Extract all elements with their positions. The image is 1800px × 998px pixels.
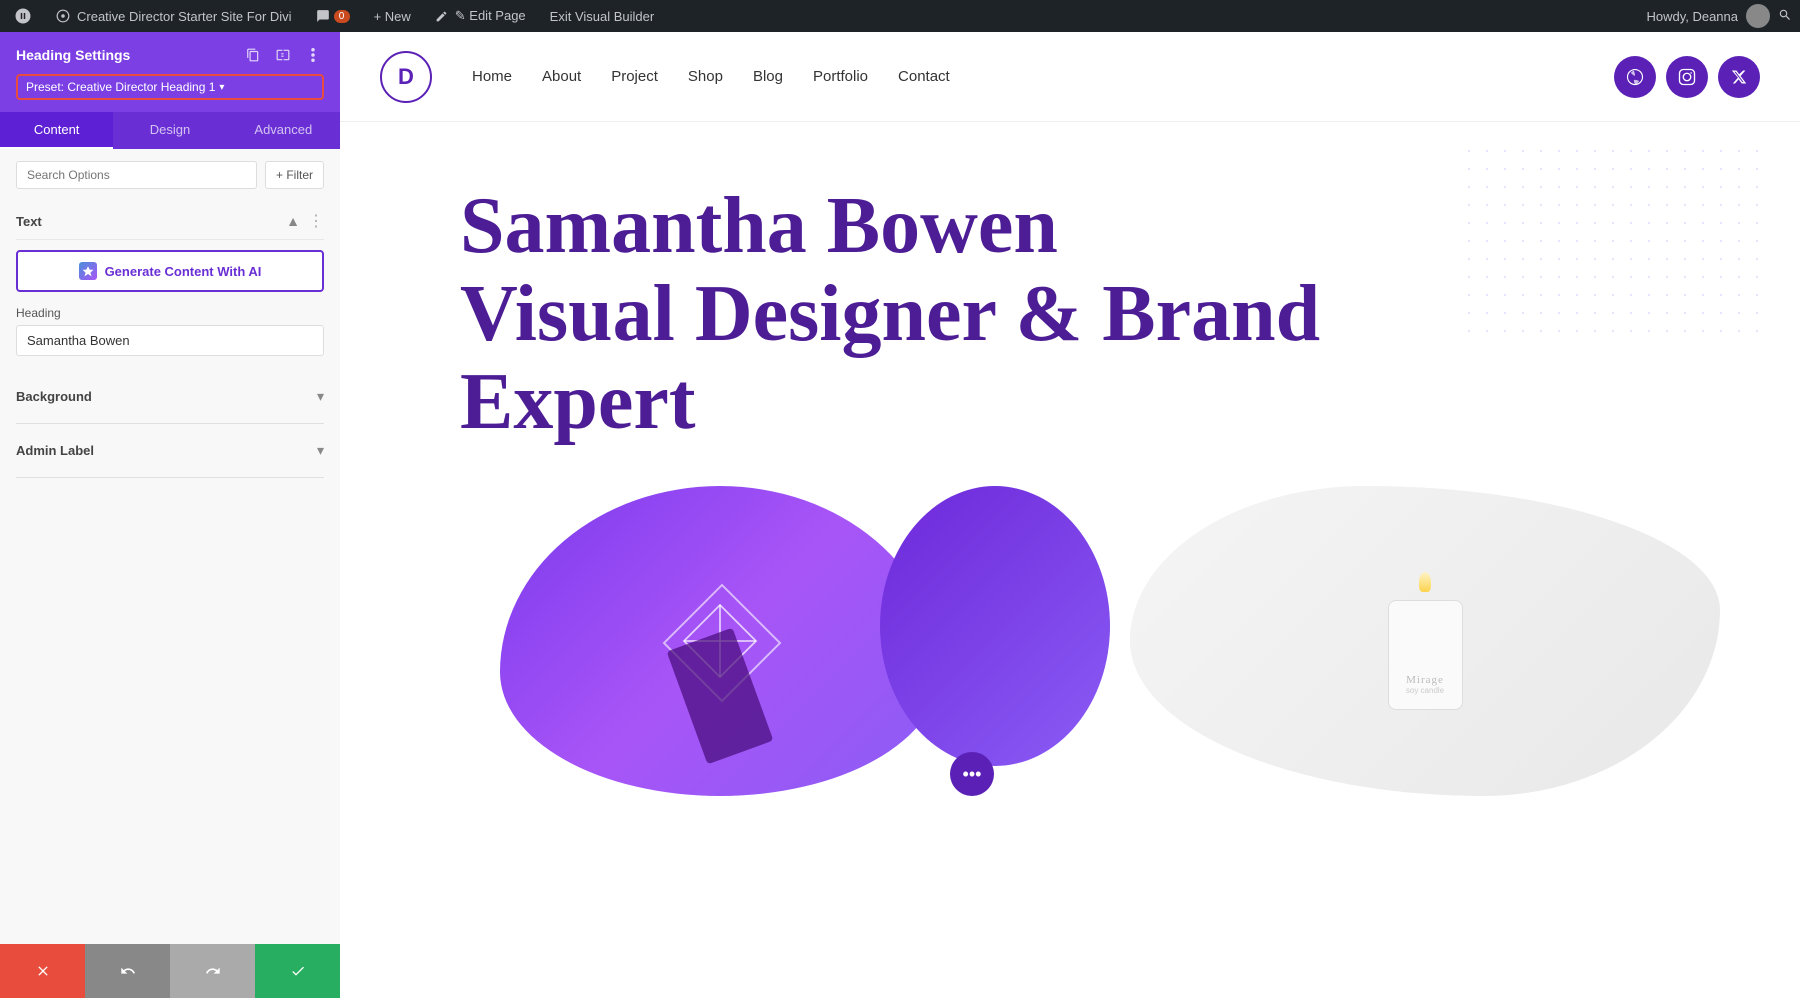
wp-logo-btn[interactable] bbox=[8, 0, 38, 32]
nav-portfolio[interactable]: Portfolio bbox=[813, 68, 868, 85]
tab-advanced[interactable]: Advanced bbox=[227, 112, 340, 149]
collapse-icon[interactable]: ▲ bbox=[286, 213, 300, 229]
admin-bar-right: Howdy, Deanna bbox=[1646, 4, 1792, 28]
background-section-header[interactable]: Background ▾ bbox=[16, 380, 324, 413]
main-layout: Heading Settings Preset: Creative Direct… bbox=[0, 32, 1800, 998]
filter-button[interactable]: + Filter bbox=[265, 161, 324, 189]
panel-bottom bbox=[0, 944, 340, 998]
admin-label-section-label: Admin Label bbox=[16, 443, 94, 458]
text-section-more-icon[interactable]: ⋮ bbox=[308, 211, 324, 231]
nav-about[interactable]: About bbox=[542, 68, 581, 85]
heading-field-group: Heading bbox=[16, 306, 324, 370]
tab-content[interactable]: Content bbox=[0, 112, 113, 149]
edit-page-btn[interactable]: ✎ Edit Page bbox=[429, 0, 532, 32]
portfolio-card-right[interactable]: Mirage soy candle bbox=[1130, 486, 1720, 796]
social-instagram[interactable] bbox=[1666, 56, 1708, 98]
ai-icon bbox=[79, 262, 97, 280]
panel-title: Heading Settings bbox=[16, 47, 130, 63]
layout-icon[interactable] bbox=[272, 44, 294, 66]
expand-background-icon[interactable]: ▾ bbox=[317, 388, 324, 405]
left-panel: Heading Settings Preset: Creative Direct… bbox=[0, 32, 340, 998]
generate-ai-button[interactable]: Generate Content With AI bbox=[16, 250, 324, 292]
search-input[interactable] bbox=[16, 161, 257, 189]
candle-body: Mirage soy candle bbox=[1388, 600, 1463, 710]
portfolio-area: Mirage soy candle ••• bbox=[460, 486, 1760, 806]
site-logo[interactable]: D bbox=[380, 51, 432, 103]
portfolio-card-overlap bbox=[880, 486, 1110, 766]
panel-icons bbox=[242, 44, 324, 66]
search-row: + Filter bbox=[16, 161, 324, 189]
avatar bbox=[1746, 4, 1770, 28]
nav-project[interactable]: Project bbox=[611, 68, 658, 85]
panel-body: + Filter Text ▲ ⋮ Generate Content With bbox=[0, 149, 340, 944]
social-dribbble[interactable] bbox=[1614, 56, 1656, 98]
background-section-label: Background bbox=[16, 389, 92, 404]
new-content-btn[interactable]: + New bbox=[368, 0, 417, 32]
heading-input[interactable] bbox=[16, 325, 324, 356]
panel-title-row: Heading Settings bbox=[16, 44, 324, 66]
redo-button[interactable] bbox=[170, 944, 255, 998]
candle-label-text: Mirage bbox=[1406, 674, 1444, 686]
nav-social bbox=[1614, 56, 1760, 98]
preset-dropdown[interactable]: Preset: Creative Director Heading 1 ▾ bbox=[16, 74, 324, 100]
social-twitter-x[interactable] bbox=[1718, 56, 1760, 98]
site-name-link[interactable]: Creative Director Starter Site For Divi bbox=[50, 0, 298, 32]
copy-icon[interactable] bbox=[242, 44, 264, 66]
content-area: D Home About Project Shop Blog Portfolio… bbox=[340, 32, 1800, 998]
background-section[interactable]: Background ▾ bbox=[16, 370, 324, 424]
nav-shop[interactable]: Shop bbox=[688, 68, 723, 85]
admin-label-section[interactable]: Admin Label ▾ bbox=[16, 424, 324, 478]
panel-tabs: Content Design Advanced bbox=[0, 112, 340, 149]
undo-button[interactable] bbox=[85, 944, 170, 998]
cancel-button[interactable] bbox=[0, 944, 85, 998]
hero-title: Samantha Bowen Visual Designer & Brand E… bbox=[460, 182, 1360, 446]
expand-admin-label-icon[interactable]: ▾ bbox=[317, 442, 324, 459]
candle-flame bbox=[1419, 572, 1431, 592]
admin-label-section-header[interactable]: Admin Label ▾ bbox=[16, 434, 324, 467]
site-navigation: D Home About Project Shop Blog Portfolio… bbox=[340, 32, 1800, 122]
admin-bar: Creative Director Starter Site For Divi … bbox=[0, 0, 1800, 32]
comments-btn[interactable]: 0 bbox=[310, 0, 356, 32]
text-section-header[interactable]: Text ▲ ⋮ bbox=[16, 203, 324, 240]
search-btn[interactable] bbox=[1778, 8, 1792, 25]
exit-builder-btn[interactable]: Exit Visual Builder bbox=[544, 0, 661, 32]
nav-links: Home About Project Shop Blog Portfolio C… bbox=[472, 68, 950, 85]
nav-contact[interactable]: Contact bbox=[898, 68, 950, 85]
nav-blog[interactable]: Blog bbox=[753, 68, 783, 85]
hero-dot-pattern bbox=[1460, 142, 1760, 342]
candle-sublabel: soy candle bbox=[1406, 686, 1444, 695]
hero-section: Samantha Bowen Visual Designer & Brand E… bbox=[340, 122, 1800, 836]
more-options-button[interactable]: ••• bbox=[950, 752, 994, 796]
nav-home[interactable]: Home bbox=[472, 68, 512, 85]
chevron-down-icon: ▾ bbox=[219, 82, 224, 93]
save-button[interactable] bbox=[255, 944, 340, 998]
panel-header: Heading Settings Preset: Creative Direct… bbox=[0, 32, 340, 112]
more-options-icon[interactable] bbox=[302, 44, 324, 66]
tab-design[interactable]: Design bbox=[113, 112, 226, 149]
text-section-label: Text bbox=[16, 214, 42, 229]
candle-visual: Mirage soy candle bbox=[1388, 572, 1463, 710]
heading-field-label: Heading bbox=[16, 306, 324, 320]
portfolio-card-left[interactable] bbox=[500, 486, 940, 796]
